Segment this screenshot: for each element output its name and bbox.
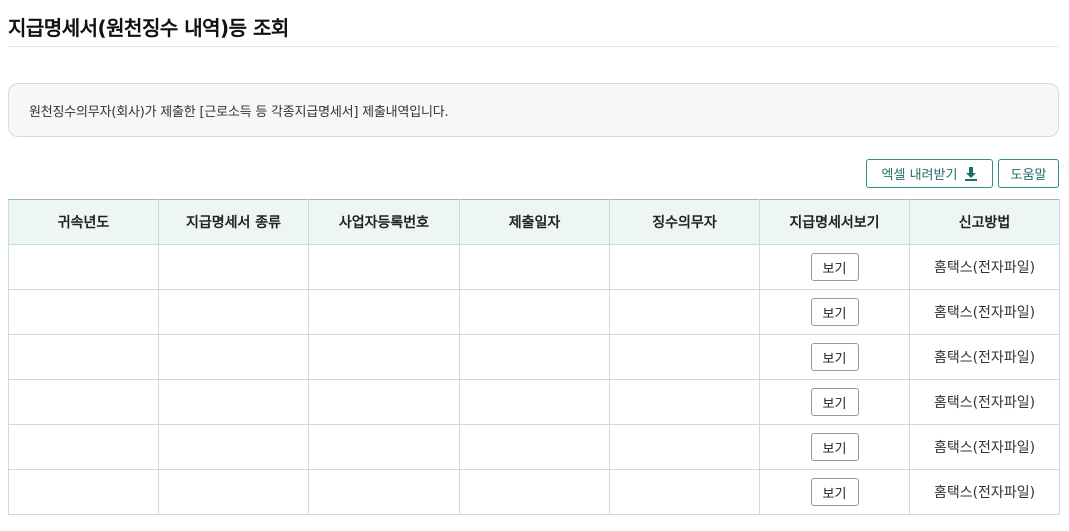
header-view-statement: 지급명세서보기 xyxy=(759,199,910,245)
table-row: 보기 홈택스(전자파일) xyxy=(8,424,1060,470)
title-divider xyxy=(8,46,1059,47)
table-header-row: 귀속년도 지급명세서 종류 사업자등록번호 제출일자 징수의무자 지급명세서보기… xyxy=(8,199,1060,245)
cell-statement-type xyxy=(158,244,309,290)
table-row: 보기 홈택스(전자파일) xyxy=(8,244,1060,290)
table-row: 보기 홈택스(전자파일) xyxy=(8,469,1060,515)
cell-view: 보기 xyxy=(759,334,910,380)
header-year: 귀속년도 xyxy=(8,199,159,245)
cell-report-method: 홈택스(전자파일) xyxy=(909,289,1060,335)
cell-payer xyxy=(609,424,760,470)
cell-business-number xyxy=(308,244,460,290)
cell-view: 보기 xyxy=(759,289,910,335)
cell-report-method: 홈택스(전자파일) xyxy=(909,244,1060,290)
cell-submit-date xyxy=(459,469,610,515)
cell-payer xyxy=(609,244,760,290)
cell-statement-type xyxy=(158,424,309,470)
cell-statement-type xyxy=(158,379,309,425)
table-row: 보기 홈택스(전자파일) xyxy=(8,379,1060,425)
cell-statement-type xyxy=(158,289,309,335)
table-row: 보기 홈택스(전자파일) xyxy=(8,289,1060,335)
cell-submit-date xyxy=(459,334,610,380)
page-title: 지급명세서(원천징수 내역)등 조회 xyxy=(8,16,289,40)
statement-table: 귀속년도 지급명세서 종류 사업자등록번호 제출일자 징수의무자 지급명세서보기… xyxy=(8,199,1060,515)
cell-view: 보기 xyxy=(759,469,910,515)
cell-payer xyxy=(609,469,760,515)
header-submit-date: 제출일자 xyxy=(459,199,610,245)
cell-year xyxy=(8,244,159,290)
cell-statement-type xyxy=(158,469,309,515)
cell-report-method: 홈택스(전자파일) xyxy=(909,379,1060,425)
cell-year xyxy=(8,289,159,335)
excel-download-label: 엑셀 내려받기 xyxy=(881,168,958,183)
cell-payer xyxy=(609,379,760,425)
cell-view: 보기 xyxy=(759,379,910,425)
view-button[interactable]: 보기 xyxy=(810,433,859,461)
excel-download-button[interactable]: 엑셀 내려받기 xyxy=(866,159,993,188)
cell-view: 보기 xyxy=(759,244,910,290)
cell-report-method: 홈택스(전자파일) xyxy=(909,469,1060,515)
cell-year xyxy=(8,469,159,515)
view-button[interactable]: 보기 xyxy=(810,343,859,371)
header-payer: 징수의무자 xyxy=(609,199,760,245)
view-button[interactable]: 보기 xyxy=(810,253,859,281)
table-row: 보기 홈택스(전자파일) xyxy=(8,334,1060,380)
cell-year xyxy=(8,379,159,425)
cell-submit-date xyxy=(459,424,610,470)
help-button[interactable]: 도움말 xyxy=(998,159,1059,188)
download-icon xyxy=(965,166,978,181)
view-button[interactable]: 보기 xyxy=(810,478,859,506)
cell-report-method: 홈택스(전자파일) xyxy=(909,334,1060,380)
cell-statement-type xyxy=(158,334,309,380)
cell-payer xyxy=(609,289,760,335)
view-button[interactable]: 보기 xyxy=(810,298,859,326)
cell-report-method: 홈택스(전자파일) xyxy=(909,424,1060,470)
cell-year xyxy=(8,334,159,380)
cell-business-number xyxy=(308,424,460,470)
cell-business-number xyxy=(308,334,460,380)
cell-submit-date xyxy=(459,289,610,335)
header-statement-type: 지급명세서 종류 xyxy=(158,199,309,245)
cell-business-number xyxy=(308,469,460,515)
cell-business-number xyxy=(308,379,460,425)
cell-submit-date xyxy=(459,379,610,425)
cell-view: 보기 xyxy=(759,424,910,470)
header-business-number: 사업자등록번호 xyxy=(308,199,460,245)
header-report-method: 신고방법 xyxy=(909,199,1060,245)
view-button[interactable]: 보기 xyxy=(810,388,859,416)
cell-payer xyxy=(609,334,760,380)
cell-submit-date xyxy=(459,244,610,290)
notice-text: 원천징수의무자(회사)가 제출한 [근로소득 등 각종지급명세서] 제출내역입니… xyxy=(29,104,449,120)
notice-box: 원천징수의무자(회사)가 제출한 [근로소득 등 각종지급명세서] 제출내역입니… xyxy=(8,83,1059,137)
cell-year xyxy=(8,424,159,470)
cell-business-number xyxy=(308,289,460,335)
